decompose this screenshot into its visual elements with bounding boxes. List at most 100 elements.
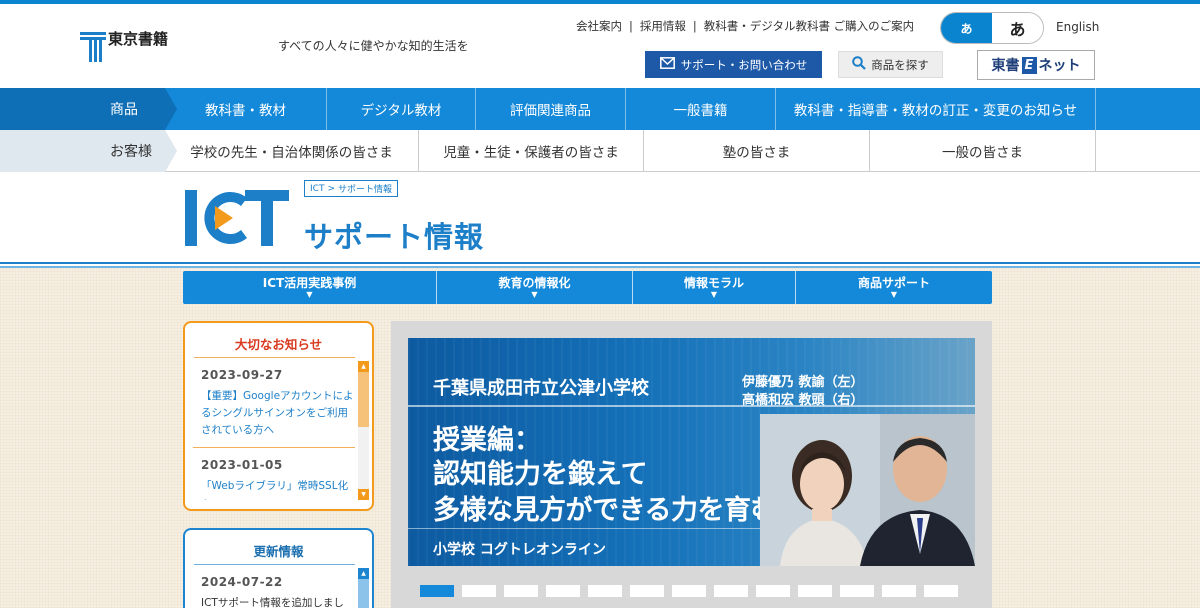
enet-text-left: 東書 — [991, 58, 1020, 74]
dropdown-arrow-icon: ▼ — [531, 289, 538, 299]
tokyo-shoseki-logo[interactable]: 東京書籍 — [80, 30, 190, 64]
tab-product-support[interactable]: 商品サポート ▼ — [796, 271, 992, 304]
font-size-toggle: あ あ — [940, 12, 1044, 44]
nav-assessment[interactable]: 評価関連商品 — [476, 88, 626, 130]
nav-corrections[interactable]: 教科書・指導書・教材の訂正・変更のお知らせ — [776, 88, 1096, 130]
slider-dot[interactable] — [546, 585, 580, 597]
slide-headline-2: 認知能力を鍛えて — [433, 459, 648, 490]
breadcrumb-separator: > — [327, 183, 335, 194]
list-item: 2024-07-22 ICTサポート情報を追加しまし — [201, 565, 355, 608]
font-size-small-button[interactable]: あ — [941, 13, 992, 43]
updates-scrollbar[interactable]: ▲ — [358, 568, 369, 608]
tab-ict-cases[interactable]: ICT活用実践事例 ▼ — [183, 271, 437, 304]
notice-link[interactable]: 「Webライブラリ」常時SSL化へ — [201, 478, 355, 500]
slide-headline-3: 多様な見方ができる力を育む — [433, 495, 777, 526]
nav-cram-schools[interactable]: 塾の皆さま — [644, 130, 870, 171]
slider-dot[interactable] — [462, 585, 496, 597]
dropdown-arrow-icon: ▼ — [306, 289, 313, 299]
font-size-large-button[interactable]: あ — [992, 13, 1043, 43]
support-contact-button[interactable]: サポート・お問い合わせ — [645, 51, 822, 78]
important-notices-box: 大切なお知らせ 2023-09-27 【重要】Googleアカウントによるシング… — [183, 321, 374, 511]
page-title: サポート情報 — [304, 220, 485, 254]
nav-digital-materials[interactable]: デジタル教材 — [327, 88, 476, 130]
ict-header: ICT > サポート情報 サポート情報 — [0, 172, 1200, 264]
site-header: 東京書籍 すべての人々に健やかな知的生活を 会社案内 | 採用情報 | 教科書・… — [0, 4, 1200, 88]
products-nav: 商品 教科書・教材 デジタル教材 評価関連商品 一般書籍 教科書・指導書・教材の… — [0, 88, 1200, 130]
nav-teachers[interactable]: 学校の先生・自治体関係の皆さま — [165, 130, 419, 171]
link-separator: | — [692, 19, 697, 33]
breadcrumb-root[interactable]: ICT — [310, 184, 324, 194]
company-info-link[interactable]: 会社案内 — [576, 18, 622, 34]
notices-scrollbar[interactable]: ▲ ▼ — [358, 361, 369, 500]
scroll-thumb[interactable] — [358, 579, 369, 608]
important-notices-title: 大切なお知らせ — [234, 337, 323, 352]
notices-list: 2023-09-27 【重要】Googleアカウントによるシングルサインオンをご… — [185, 358, 372, 500]
customers-nav: お客様 学校の先生・自治体関係の皆さま 児童・生徒・保護者の皆さま 塾の皆さま … — [0, 130, 1200, 172]
english-link[interactable]: English — [1056, 20, 1099, 34]
mail-icon — [659, 57, 675, 72]
customers-nav-label: お客様 — [0, 130, 177, 172]
update-date: 2024-07-22 — [201, 575, 283, 589]
slider-dot[interactable] — [798, 585, 832, 597]
scroll-thumb[interactable] — [358, 372, 369, 427]
nav-general-books[interactable]: 一般書籍 — [626, 88, 776, 130]
slider-dot[interactable] — [714, 585, 748, 597]
slider-dot[interactable] — [672, 585, 706, 597]
recruit-link[interactable]: 採用情報 — [640, 18, 686, 34]
scroll-up-icon[interactable]: ▲ — [358, 361, 369, 372]
feature-slider: 千葉県成田市立公津小学校 伊藤優乃 教諭（左） 高橋和宏 教頭（右） 授業編： … — [391, 321, 992, 608]
dropdown-arrow-icon: ▼ — [710, 289, 718, 299]
breadcrumb-current: サポート情報 — [337, 185, 392, 195]
logo-text: 東京書籍 — [108, 30, 169, 48]
nav-textbooks[interactable]: 教科書・教材 — [165, 88, 327, 130]
purchase-guide-link[interactable]: 教科書・デジタル教科書 ご購入のご案内 — [704, 18, 914, 34]
update-link[interactable]: ICTサポート情報を追加しまし — [201, 595, 355, 608]
slider-dot[interactable] — [420, 585, 454, 597]
slider-dot[interactable] — [882, 585, 916, 597]
ict-tabs: ICT活用実践事例 ▼ 教育の情報化 ▼ 情報モラル ▼ 商品サポート ▼ — [183, 271, 992, 304]
nav-students-parents[interactable]: 児童・生徒・保護者の皆さま — [419, 130, 644, 171]
slide-school-name: 千葉県成田市立公津小学校 — [433, 378, 649, 399]
slider-dot[interactable] — [840, 585, 874, 597]
slider-dot[interactable] — [588, 585, 622, 597]
dropdown-arrow-icon: ▼ — [890, 289, 898, 299]
search-icon — [852, 56, 867, 73]
slide-banner[interactable]: 千葉県成田市立公津小学校 伊藤優乃 教諭（左） 高橋和宏 教頭（右） 授業編： … — [408, 338, 975, 566]
enet-e-mark: E — [1021, 56, 1037, 74]
product-search-label: 商品を探す — [871, 57, 929, 72]
slider-pagination — [420, 585, 958, 597]
tagline: すべての人々に健やかな知的生活を — [278, 39, 469, 53]
tab-label: 教育の情報化 — [498, 275, 571, 290]
logo-mark-icon — [80, 30, 106, 62]
list-item: 2023-01-05 「Webライブラリ」常時SSL化へ — [201, 448, 355, 500]
slide-teacher-1: 伊藤優乃 教諭（左） — [742, 375, 864, 390]
list-item: 2023-09-27 【重要】Googleアカウントによるシングルサインオンをご… — [201, 358, 355, 447]
scroll-up-icon[interactable]: ▲ — [358, 568, 369, 579]
slide-product-name: 小学校 コグトレオンライン — [433, 542, 606, 558]
updates-box: 更新情報 2024-07-22 ICTサポート情報を追加しまし ▲ — [183, 528, 374, 608]
tab-label: 商品サポート — [857, 275, 930, 290]
nav-general-public[interactable]: 一般の皆さま — [870, 130, 1096, 171]
notice-link[interactable]: 【重要】Googleアカウントによるシングルサインオンをご利用されている方へ — [201, 388, 355, 447]
teachers-photo — [760, 414, 975, 566]
notice-date: 2023-01-05 — [201, 458, 283, 472]
slider-dot[interactable] — [630, 585, 664, 597]
slider-dot[interactable] — [504, 585, 538, 597]
breadcrumb: ICT > サポート情報 — [304, 180, 398, 197]
slide-divider — [408, 405, 975, 407]
products-nav-label: 商品 — [0, 88, 177, 130]
slider-dot[interactable] — [756, 585, 790, 597]
tosho-enet-banner[interactable]: 東書 E ネット — [977, 50, 1095, 80]
tab-education-informatization[interactable]: 教育の情報化 ▼ — [437, 271, 633, 304]
link-separator: | — [629, 19, 633, 33]
slider-dot[interactable] — [924, 585, 958, 597]
notice-date: 2023-09-27 — [201, 368, 283, 382]
tab-label: 情報モラル — [683, 275, 744, 290]
enet-text-right: ネット — [1038, 58, 1081, 74]
scroll-down-icon[interactable]: ▼ — [358, 489, 369, 500]
product-search-button[interactable]: 商品を探す — [838, 51, 943, 78]
tab-label: ICT活用実践事例 — [262, 275, 357, 290]
ict-logo[interactable] — [185, 184, 291, 252]
tab-information-morals[interactable]: 情報モラル ▼ — [633, 271, 796, 304]
updates-title: 更新情報 — [253, 544, 304, 559]
